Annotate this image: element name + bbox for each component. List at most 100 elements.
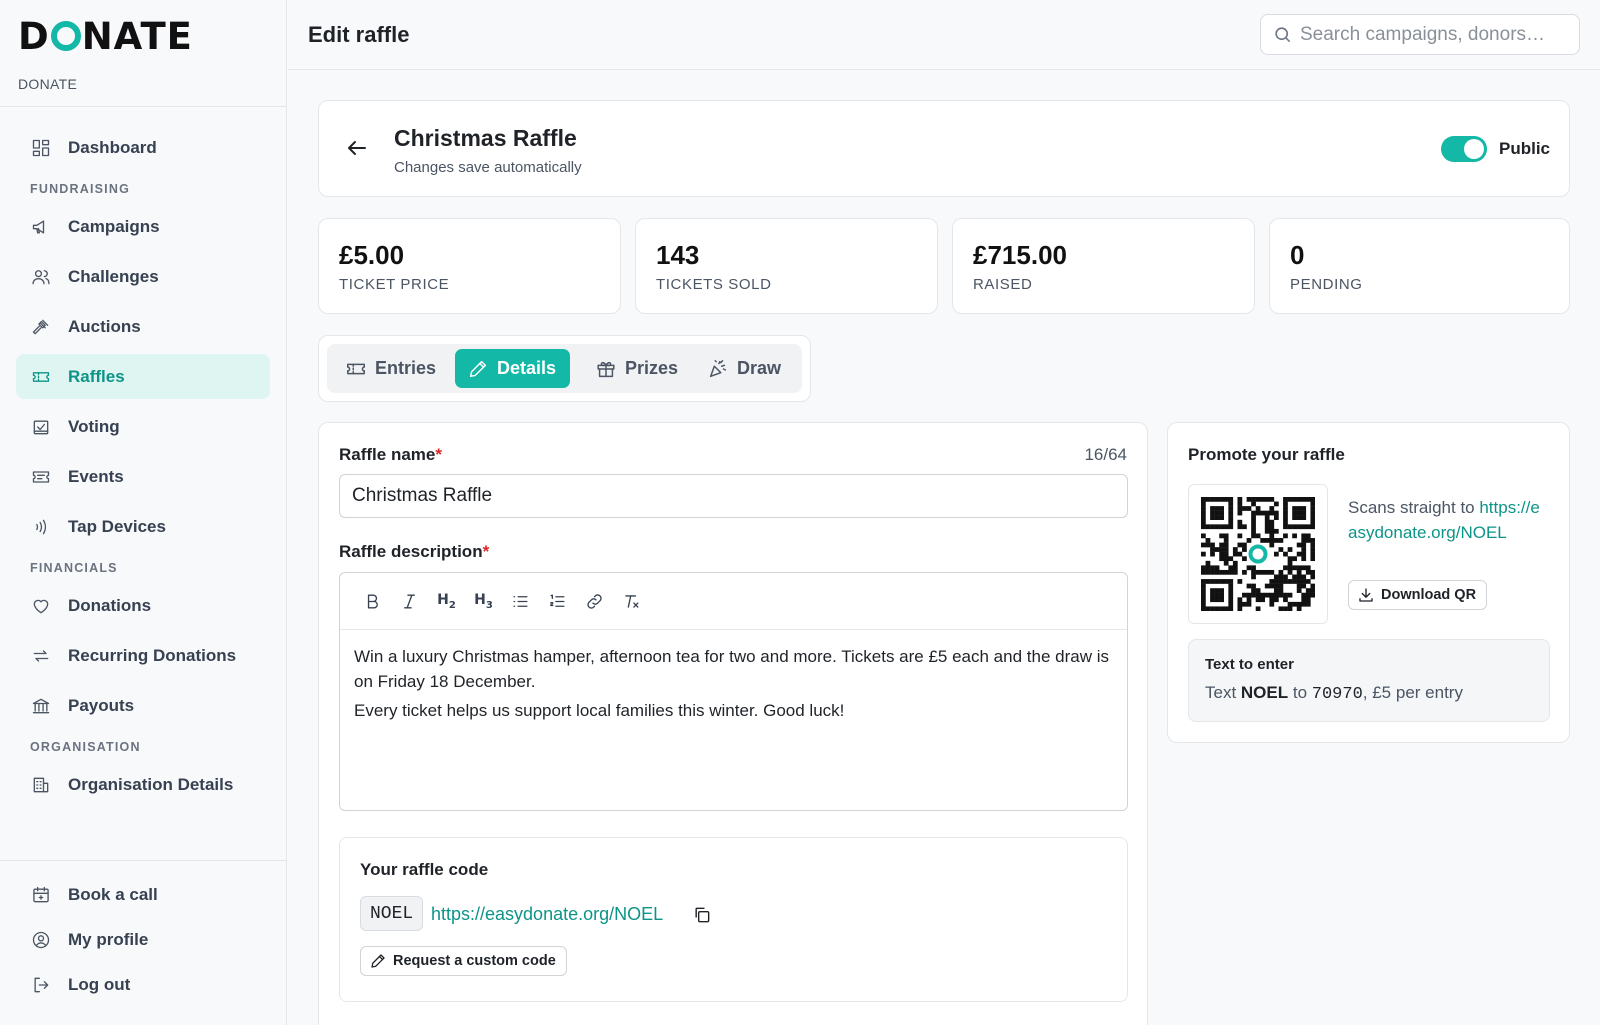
sidebar-item-payouts[interactable]: Payouts [16,683,270,728]
bold-button[interactable] [354,586,391,616]
back-button[interactable] [345,136,371,162]
logo-text-end: NATE [81,14,193,58]
tab-details[interactable]: Details [455,349,571,388]
qr-module [1296,565,1302,571]
qr-module [1283,501,1288,507]
qr-module [1219,579,1224,584]
qr-module [1219,569,1224,575]
qr-module [1283,506,1288,511]
qr-module [1310,515,1315,520]
bullet-list-button[interactable] [502,586,539,616]
qr-module [1228,597,1234,603]
qr-module [1246,538,1252,543]
sidebar-item-challenges[interactable]: Challenges [16,254,270,299]
qr-module [1269,542,1275,548]
sidebar-item-tap-devices[interactable]: Tap Devices [16,504,270,549]
qr-module [1310,538,1315,543]
download-qr-button[interactable]: Download QR [1348,580,1488,610]
qr-module [1246,497,1252,502]
qr-module [1214,497,1220,502]
clear-format-button[interactable] [613,586,650,616]
qr-module [1310,547,1315,552]
sidebar-item-label: Voting [68,416,120,436]
tab-label: Prizes [625,358,679,378]
qr-module [1301,592,1307,598]
tab-entries[interactable]: Entries [333,349,450,388]
qr-module [1228,524,1234,530]
sidebar-item-recurring-donations[interactable]: Recurring Donations [16,633,270,678]
sidebar-item-label: Recurring Donations [68,645,237,665]
search-box[interactable] [1260,14,1580,55]
qr-module [1310,542,1315,548]
qr-module [1310,519,1315,525]
numbered-list-icon [550,593,565,607]
sidebar-item-voting[interactable]: Voting [16,404,270,449]
italic-button[interactable] [391,586,428,616]
search-input[interactable] [1300,23,1570,46]
stat-value: 143 [656,240,700,270]
copy-icon [695,907,710,923]
qr-module [1210,592,1215,598]
search-icon [1275,27,1291,43]
copy-link-button[interactable] [692,905,714,927]
sidebar-item-dashboard[interactable]: Dashboard [16,125,270,170]
qr-module [1310,592,1315,598]
numbered-list-button[interactable] [539,586,576,616]
request-custom-code-button[interactable]: Request a custom code [360,946,567,976]
sidebar-item-book-a-call[interactable]: Book a call [16,875,270,915]
qr-module [1228,583,1234,589]
qr-module [1201,501,1206,507]
sidebar-bottom: Book a call My profile Log out [0,860,286,1010]
raffle-code-link[interactable]: https://easydonate.org/NOEL [431,904,663,925]
top-header: Edit raffle [288,0,1600,70]
building-icon [30,774,52,796]
qr-module [1305,597,1311,603]
qr-module [1255,510,1261,516]
qr-module [1251,533,1256,539]
qr-module [1228,497,1234,502]
tab-label: Details [497,358,557,378]
qr-module [1210,588,1215,593]
label-text: Raffle description [339,542,483,561]
megaphone-icon [30,216,52,238]
qr-module [1273,583,1279,589]
sidebar-item-events[interactable]: Events [16,454,270,499]
qr-module [1301,597,1307,603]
qr-module [1269,524,1275,530]
sidebar-item-campaigns[interactable]: Campaigns [16,204,270,249]
sidebar-item-raffles[interactable]: Raffles [16,354,270,399]
sidebar-item-auctions[interactable]: Auctions [16,304,270,349]
qr-module [1283,515,1288,520]
qr-module [1201,524,1206,530]
italic-icon [404,593,415,609]
qr-module [1296,574,1302,580]
editor-content[interactable]: Win a luxury Christmas hamper, afternoon… [340,630,1127,737]
raffle-name-input[interactable] [339,474,1128,518]
heading-3-button[interactable]: H3 [465,586,502,616]
bold-icon [367,593,378,609]
qr-module [1242,601,1247,607]
arrow-left-icon [348,141,366,155]
sidebar-item-organisation-details[interactable]: Organisation Details [16,762,270,807]
link-button[interactable] [576,586,613,616]
qr-module [1237,524,1243,530]
sidebar-item-log-out[interactable]: Log out [16,965,270,1005]
stat-label: PENDING [1290,276,1363,293]
heading-2-button[interactable]: H2 [428,586,465,616]
qr-module [1219,606,1224,611]
qr-module [1301,510,1307,516]
qr-module [1292,510,1297,516]
tab-draw[interactable]: Draw [695,349,795,388]
qr-module [1242,506,1247,511]
qr-module [1283,597,1288,603]
qr-module [1251,583,1256,589]
raffle-name-label: Raffle name* [339,445,442,465]
qr-module [1269,592,1275,598]
tab-list: Entries Details Prizes Draw [327,344,802,393]
qr-module [1283,574,1288,580]
tab-prizes[interactable]: Prizes [583,349,692,388]
qr-module [1210,569,1215,575]
sidebar-item-donations[interactable]: Donations [16,583,270,628]
public-toggle[interactable] [1441,136,1487,162]
sidebar-item-my-profile[interactable]: My profile [16,920,270,960]
